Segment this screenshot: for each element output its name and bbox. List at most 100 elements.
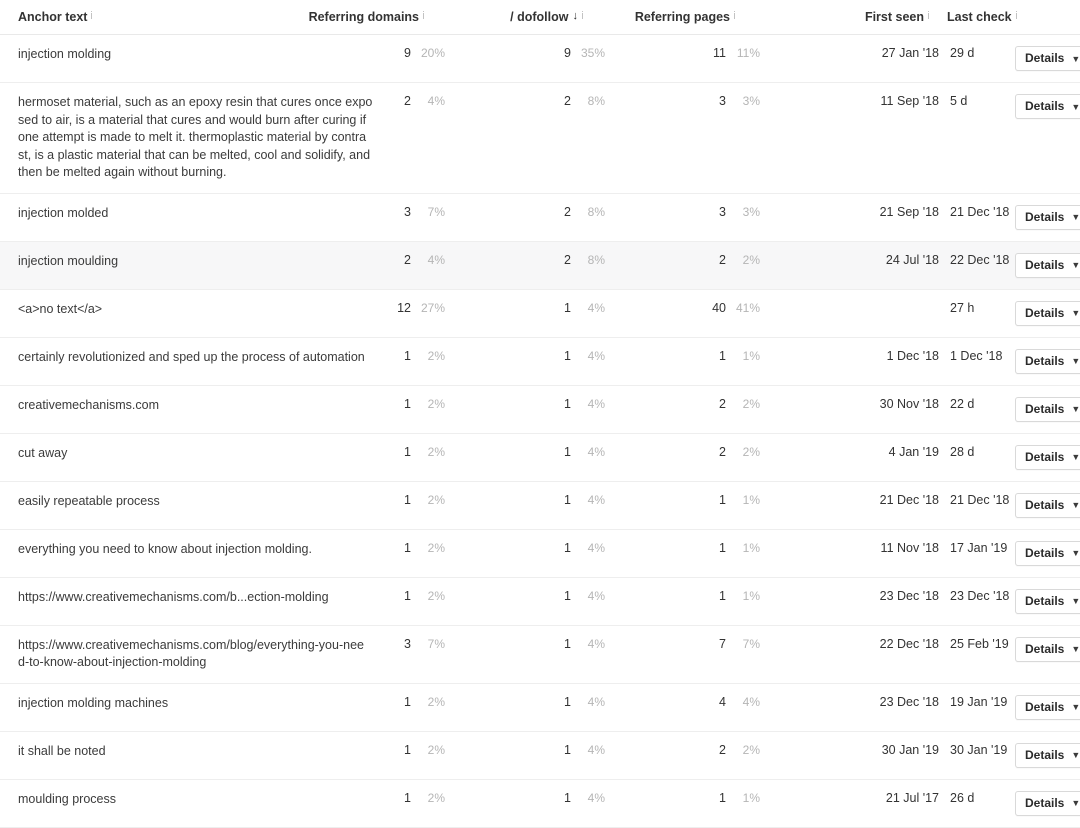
info-icon[interactable] [733,10,737,20]
last-check-value: 21 Dec '18 [950,492,1010,507]
anchor-text[interactable]: injection molding [0,35,385,75]
dofollow-count: 1 [564,540,571,555]
table-row[interactable]: it shall be noted 1 2% 1 4% 2 2% 30 Jan '19 30 J… [0,731,1080,779]
cell-referring-domains: 1 2% [385,779,545,827]
table-row[interactable]: injection molded 3 7% 2 8% 3 3% 21 Sep '18 21 De… [0,193,1080,241]
first-seen-value: 23 Dec '18 [879,694,939,709]
details-button[interactable]: Details ▼ [1015,204,1080,230]
anchor-text[interactable]: creativemechanisms.com [0,386,385,426]
details-button[interactable]: Details ▼ [1015,790,1080,816]
info-icon[interactable] [927,10,931,20]
cell-referring-domains: 1 2% [385,433,545,481]
details-button-label: Details [1025,747,1065,762]
anchor-text[interactable]: <a>no text</a> [0,290,385,330]
dofollow-percent: 4% [587,348,605,363]
cell-anchor-text: it shall be noted [0,731,385,779]
details-button[interactable]: Details ▼ [1015,636,1080,662]
last-check-value: 27 h [950,300,975,315]
anchor-text[interactable]: https://www.creativemechanisms.com/blog/… [0,626,385,683]
cell-referring-domains: 1 2% [385,683,545,731]
referring-domains-count: 3 [404,204,411,219]
anchor-text[interactable]: injection molding machines [0,684,385,724]
details-button[interactable]: Details ▼ [1015,588,1080,614]
table-row[interactable]: easily repeatable process 1 2% 1 4% 1 1% 21 Dec… [0,481,1080,529]
cell-actions: Details ▼ [1015,529,1080,577]
anchor-text[interactable]: injection moulding [0,242,385,282]
info-icon[interactable] [90,10,94,20]
details-button[interactable]: Details ▼ [1015,252,1080,278]
table-row[interactable]: https://www.creativemechanisms.com/b...e… [0,577,1080,625]
table-row[interactable]: certainly revolutionized and sped up the… [0,337,1080,385]
table-row[interactable]: cut away 1 2% 1 4% 2 2% 4 Jan '19 28 d Details ▼ [0,433,1080,481]
details-button[interactable]: Details ▼ [1015,444,1080,470]
cell-last-check: 28 d [939,433,1015,481]
details-button[interactable]: Details ▼ [1015,46,1080,71]
details-button[interactable]: Details ▼ [1015,300,1080,326]
cell-dofollow: 1 4% [545,337,700,385]
info-icon[interactable] [422,10,426,20]
cell-actions: Details ▼ [1015,683,1080,731]
table-row[interactable]: injection molding machines 1 2% 1 4% 4 4% 23 De… [0,683,1080,731]
column-header-first-seen[interactable]: First seen [865,0,939,35]
table-row[interactable]: everything you need to know about inject… [0,529,1080,577]
table-row[interactable]: creativemechanisms.com 1 2% 1 4% 2 2% 30 Nov '1… [0,385,1080,433]
dofollow-count: 1 [564,694,571,709]
cell-actions: Details ▼ [1015,289,1080,337]
details-button-label: Details [1025,51,1065,65]
anchor-text[interactable]: cut away [0,434,385,474]
cell-first-seen: 27 Jan '18 [865,35,939,83]
referring-pages-count: 1 [719,588,726,603]
column-header-label: Last check [947,9,1012,24]
anchor-text[interactable]: everything you need to know about inject… [0,530,385,570]
details-button[interactable]: Details ▼ [1015,94,1080,119]
chevron-down-icon: ▼ [1071,798,1080,808]
column-header-last-check[interactable]: Last check [939,0,1017,35]
details-button[interactable]: Details ▼ [1015,540,1080,566]
cell-dofollow: 1 4% [545,731,700,779]
table-row[interactable]: injection molding 9 20% 9 35% 11 11% 27 Jan '18… [0,35,1080,83]
cell-dofollow: 1 4% [545,529,700,577]
cell-referring-pages: 2 2% [700,731,865,779]
details-button[interactable]: Details ▼ [1015,396,1080,422]
info-icon[interactable] [581,10,585,20]
details-button[interactable]: Details ▼ [1015,348,1080,374]
cell-actions: Details ▼ [1015,481,1080,529]
cell-referring-domains: 2 4% [385,83,545,194]
anchor-text[interactable]: easily repeatable process [0,482,385,522]
last-check-value: 1 Dec '18 [950,348,1003,363]
column-header-referring-pages[interactable]: Referring pages [635,0,865,35]
table-row[interactable]: https://www.creativemechanisms.com/blog/… [0,625,1080,683]
chevron-down-icon: ▼ [1071,750,1080,760]
sort-descending-icon[interactable]: ↓ [573,10,579,22]
cell-referring-domains: 3 7% [385,625,545,683]
details-button[interactable]: Details ▼ [1015,742,1080,768]
anchor-text[interactable]: hermoset material, such as an epoxy resi… [0,83,385,193]
cell-actions: Details ▼ [1015,731,1080,779]
backlinks-anchors-table: Anchor text Referring domains / dofollow… [0,0,1080,828]
cell-dofollow: 1 4% [545,481,700,529]
details-button[interactable]: Details ▼ [1015,492,1080,518]
dofollow-percent: 8% [587,94,605,108]
last-check-value: 22 Dec '18 [950,252,1010,267]
table-row[interactable]: hermoset material, such as an epoxy resi… [0,83,1080,194]
cell-actions: Details ▼ [1015,779,1080,827]
cell-referring-pages: 40 41% [700,289,865,337]
referring-pages-percent: 1% [742,492,760,507]
referring-pages-percent: 11% [736,46,760,60]
details-button-label: Details [1025,497,1065,512]
anchor-text[interactable]: certainly revolutionized and sped up the… [0,338,385,378]
table-row[interactable]: <a>no text</a> 12 27% 1 4% 40 41% 27 h Details ▼ [0,289,1080,337]
anchor-text[interactable]: https://www.creativemechanisms.com/b...e… [0,578,385,618]
info-icon[interactable] [1015,10,1019,20]
cell-first-seen: 30 Nov '18 [865,385,939,433]
referring-pages-count: 1 [719,540,726,555]
chevron-down-icon: ▼ [1071,548,1080,558]
table-row[interactable]: moulding process 1 2% 1 4% 1 1% 21 Jul '17 26 d D… [0,779,1080,827]
anchor-text[interactable]: injection molded [0,194,385,234]
dofollow-count: 9 [564,46,571,60]
anchor-text[interactable]: moulding process [0,780,385,820]
anchor-text[interactable]: it shall be noted [0,732,385,772]
column-header-label: Referring domains [308,9,419,24]
table-row[interactable]: injection moulding 2 4% 2 8% 2 2% 24 Jul '18 22 … [0,241,1080,289]
details-button[interactable]: Details ▼ [1015,694,1080,720]
